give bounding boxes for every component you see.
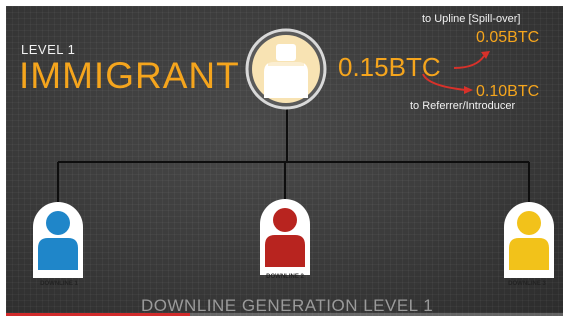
upline-label: to Upline [Spill-over] xyxy=(422,13,521,25)
video-frame: LEVEL 1 IMMIGRANT 0.15BTC to Upline [Spi… xyxy=(6,6,563,316)
downline-3-avatar-icon xyxy=(504,202,554,278)
person-body xyxy=(265,235,305,267)
downline-3-label: DOWNLINE 3 xyxy=(508,281,546,287)
rank-title: IMMIGRANT xyxy=(19,55,240,96)
upline-amount: 0.05BTC xyxy=(476,29,540,46)
person-head xyxy=(517,211,541,235)
arrow-to-referrer-head-icon xyxy=(464,86,473,94)
immigrant-avatar-icon xyxy=(245,28,327,110)
video-progress-fill xyxy=(6,313,190,316)
person-body xyxy=(509,238,549,270)
downline-1-avatar-icon xyxy=(33,202,83,278)
person-head xyxy=(46,211,70,235)
downline-2-avatar-icon xyxy=(260,199,310,275)
arrow-to-upline-icon xyxy=(453,55,485,69)
video-progress-bar[interactable] xyxy=(6,313,563,316)
referrer-amount: 0.10BTC xyxy=(476,83,540,100)
person-head xyxy=(273,208,297,232)
referrer-label: to Referrer/Introducer xyxy=(410,100,516,112)
tree-diagram xyxy=(33,28,554,278)
tree-connectors xyxy=(57,106,530,202)
downline-2-label: DOWNLINE 2 xyxy=(266,274,304,280)
video-player[interactable]: LEVEL 1 IMMIGRANT 0.15BTC to Upline [Spi… xyxy=(6,6,563,316)
person-body xyxy=(38,238,78,270)
downline-1-label: DOWNLINE 1 xyxy=(40,281,78,287)
total-amount: 0.15BTC xyxy=(338,52,441,82)
